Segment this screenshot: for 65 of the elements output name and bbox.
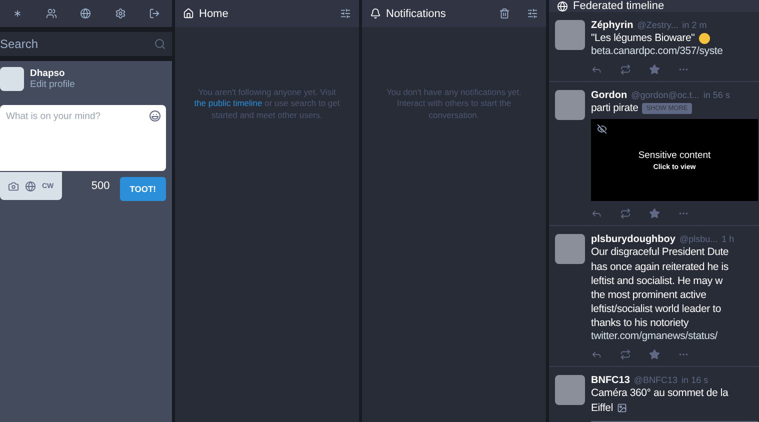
account-handle: @gordon@oc.t... (631, 90, 700, 100)
star-icon[interactable] (649, 349, 660, 360)
status-time: in 2 m (682, 20, 707, 30)
avatar-placeholder (555, 90, 585, 120)
emoji-icon[interactable] (149, 110, 161, 122)
status-time: in 16 s (682, 375, 708, 386)
reply-icon[interactable] (591, 208, 602, 220)
image-icon (616, 402, 627, 413)
character-counter: 500 (91, 180, 110, 192)
search-icon (154, 38, 166, 50)
status-text: leftist/socialist world leader to (591, 302, 721, 316)
boost-icon[interactable] (620, 208, 631, 220)
status-text: parti pirate (591, 101, 638, 116)
status-text: thanks to his notoriety (591, 316, 689, 330)
account-handle: @BNFC13 (634, 375, 678, 386)
boost-icon[interactable] (620, 64, 631, 76)
public-timeline-link[interactable]: the public timeline (194, 98, 262, 108)
bell-icon (370, 8, 381, 19)
status-text: the most prominent active (591, 288, 706, 302)
globe-icon (557, 0, 568, 12)
star-icon[interactable] (649, 64, 660, 76)
status-time: 1 h (722, 234, 734, 244)
star-icon[interactable] (649, 208, 660, 220)
settings-icon[interactable] (527, 8, 538, 19)
display-name: BNFC13 (591, 375, 630, 386)
camera-icon[interactable] (8, 180, 19, 192)
display-name: plsburydoughboy (591, 234, 676, 246)
eye-off-icon[interactable] (597, 124, 607, 134)
reply-icon[interactable] (591, 349, 602, 360)
globe-icon[interactable] (25, 180, 36, 192)
avatar-placeholder (0, 67, 24, 91)
avatar-placeholder (555, 375, 585, 406)
compose-field[interactable]: What is on your mind? (0, 105, 166, 171)
reply-icon[interactable] (591, 64, 602, 76)
status-link[interactable]: twitter.com/gmanews/status/ (591, 330, 758, 342)
status-text: Caméra 360° au sommet de la (591, 386, 728, 401)
toot-button[interactable]: TOOT! (120, 177, 166, 201)
avatar-placeholder (555, 234, 585, 264)
display-name: Gordon (591, 90, 628, 102)
account-handle: @Zestry... (637, 20, 678, 30)
empty-message: You aren't following anyone yet. Visit the public timeline or use search to get started and meet other users. (193, 86, 341, 122)
avatar-placeholder (555, 20, 585, 50)
home-icon (183, 8, 194, 19)
empty-message: You don't have any notifications yet. Interact with others to start the conversation. (385, 86, 523, 122)
column-title: Federated timeline (573, 0, 666, 12)
status-text: Our disgraceful President Dute (591, 245, 729, 260)
sensitive-title: Sensitive content (638, 150, 711, 161)
status-text: "Les légumes Bioware" (591, 31, 695, 46)
column-title: Notifications (386, 8, 447, 20)
people-icon[interactable] (44, 6, 60, 21)
status-link[interactable]: beta.canardpc.com/357/syste (591, 45, 758, 58)
status-text: leftist and socialist. He may w (591, 274, 723, 288)
status-time: in 56 s (703, 90, 730, 100)
status-text: Eiffel (591, 400, 613, 415)
globe-icon[interactable] (78, 6, 94, 21)
column-title: Home (199, 8, 230, 20)
settings-icon[interactable] (340, 8, 351, 19)
account-handle: @plsbu... (679, 234, 718, 244)
search-field[interactable]: Search (0, 32, 172, 56)
account-name: Dhapso (30, 68, 66, 79)
boost-icon[interactable] (620, 349, 631, 360)
display-name: Zéphyrin (591, 20, 634, 31)
trash-icon[interactable] (499, 8, 510, 19)
status-text: has once again reiterated he is (591, 260, 728, 274)
edit-profile-link[interactable]: Edit profile (30, 79, 75, 90)
